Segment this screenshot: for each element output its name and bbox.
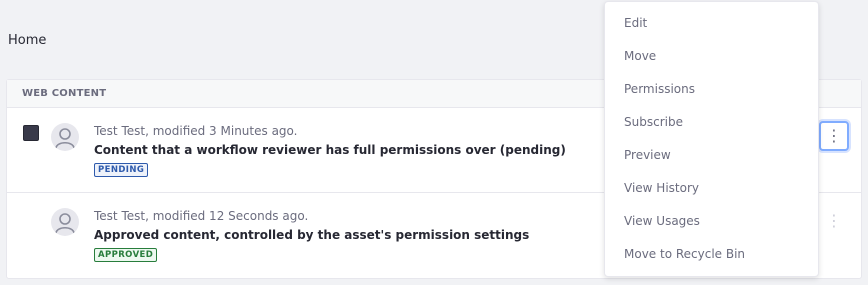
user-icon bbox=[51, 123, 79, 151]
menu-item-move-to-recycle-bin[interactable]: Move to Recycle Bin bbox=[605, 238, 818, 271]
item-meta: Test Test, modified 3 Minutes ago. bbox=[94, 124, 298, 138]
ellipsis-vertical-icon[interactable]: ⋮ bbox=[819, 121, 849, 151]
status-badge: PENDING bbox=[94, 163, 149, 177]
item-title[interactable]: Content that a workflow reviewer has ful… bbox=[94, 143, 566, 157]
menu-item-permissions[interactable]: Permissions bbox=[605, 73, 818, 106]
menu-item-edit[interactable]: Edit bbox=[605, 7, 818, 40]
row-checkbox[interactable] bbox=[23, 125, 39, 141]
menu-item-subscribe[interactable]: Subscribe bbox=[605, 106, 818, 139]
breadcrumb[interactable]: Home bbox=[8, 33, 46, 48]
menu-item-view-usages[interactable]: View Usages bbox=[605, 205, 818, 238]
ellipsis-vertical-icon[interactable]: ⋮ bbox=[819, 206, 849, 236]
actions-dropdown-menu: Edit Move Permissions Subscribe Preview … bbox=[604, 1, 819, 277]
menu-item-move[interactable]: Move bbox=[605, 40, 818, 73]
user-icon bbox=[51, 208, 79, 236]
item-title[interactable]: Approved content, controlled by the asse… bbox=[94, 228, 529, 242]
breadcrumb-home[interactable]: Home bbox=[8, 33, 46, 48]
menu-item-view-history[interactable]: View History bbox=[605, 172, 818, 205]
item-meta: Test Test, modified 12 Seconds ago. bbox=[94, 209, 309, 223]
menu-item-preview[interactable]: Preview bbox=[605, 139, 818, 172]
status-badge: APPROVED bbox=[94, 248, 158, 262]
